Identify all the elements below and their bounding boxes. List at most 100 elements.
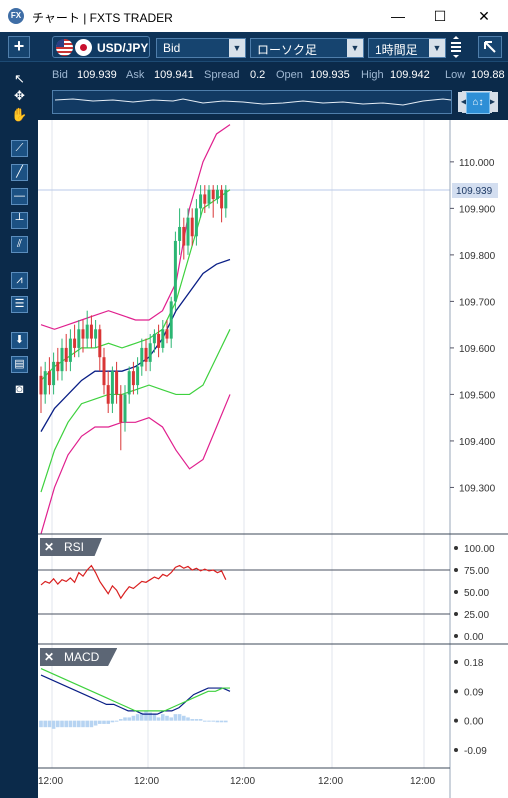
price-tick-label: 109.800: [459, 251, 496, 262]
macd-histogram-bar: [156, 717, 161, 721]
app-icon: FX: [8, 8, 24, 24]
macd-histogram-bar: [186, 717, 190, 721]
candle-body: [102, 357, 106, 386]
macd-panel-tag[interactable]: ✕ MACD: [40, 648, 118, 666]
spread-label: Spread: [204, 69, 240, 81]
close-button[interactable]: ✕: [462, 0, 506, 32]
candle-body: [85, 324, 89, 339]
chart-navigator[interactable]: ◀ ▶: [52, 90, 498, 114]
price-type-value: Bid: [163, 41, 181, 55]
macd-histogram-bar: [161, 714, 165, 721]
cursor-icon[interactable]: ↖: [11, 70, 28, 87]
ask-label: Ask: [126, 69, 145, 81]
expand-arrow-icon[interactable]: [478, 36, 502, 58]
camera-icon[interactable]: ◙: [11, 380, 28, 397]
chart-area[interactable]: 110.000 109.900 109.800 109.700 109.600 109.5…: [38, 120, 508, 798]
high-label: High: [361, 69, 384, 81]
macd-histogram-bar: [131, 715, 136, 721]
channel-icon[interactable]: ⫽: [11, 236, 28, 253]
macd-histogram-bar: [224, 720, 228, 723]
price-tick-label: 109.700: [459, 297, 496, 308]
macd-histogram-bar: [51, 720, 56, 729]
candle-body: [182, 226, 186, 246]
timeframe-dropdown[interactable]: 1時間足 ▼: [368, 38, 446, 58]
macd-histogram-bar: [98, 720, 102, 724]
candle-body: [89, 324, 93, 339]
chart-window: FX チャート | FXTS TRADER — ☐ ✕ + USD/JPY Bi…: [0, 0, 508, 798]
minimize-button[interactable]: —: [376, 0, 420, 32]
macd-histogram-bar: [173, 714, 178, 721]
us-flag-icon: [56, 39, 73, 56]
signal-line: [40, 667, 230, 712]
price-tick-label: 109.500: [459, 390, 496, 401]
macd-histogram-bar: [102, 720, 106, 724]
time-tick-label: 12:00: [38, 776, 63, 787]
candle-body: [165, 329, 169, 339]
candle-body: [98, 329, 102, 358]
add-chart-button[interactable]: +: [8, 36, 30, 58]
price-type-dropdown[interactable]: Bid ▼: [156, 38, 246, 58]
macd-histogram-bar: [127, 717, 131, 721]
candle-body: [220, 189, 224, 209]
line-icon[interactable]: ╱: [11, 164, 28, 181]
chevron-down-icon: ▼: [347, 39, 363, 57]
candle-body: [43, 371, 47, 395]
price-axis: 110.000 109.900 109.800 109.700 109.600 109.5…: [450, 158, 496, 494]
macd-histogram-bar: [219, 720, 224, 723]
candle-body: [73, 338, 77, 348]
macd-histogram-bar: [135, 714, 140, 721]
macd-tick-dot: [454, 718, 458, 723]
hand-icon[interactable]: ✋: [11, 106, 28, 123]
maximize-button[interactable]: ☐: [418, 0, 462, 32]
close-icon[interactable]: ✕: [44, 538, 54, 556]
horizontal-line-icon[interactable]: —: [11, 188, 28, 205]
crosshair-icon[interactable]: ✥: [11, 87, 28, 104]
macd-histogram-bar: [39, 720, 43, 728]
macd-histogram-bar: [43, 720, 47, 728]
macd-histogram-bar: [123, 717, 127, 721]
timeframe-value: 1時間足: [375, 43, 418, 57]
candle-body: [190, 217, 194, 237]
low-value: 109.88: [471, 69, 505, 81]
rsi-panel-tag[interactable]: ✕ RSI: [40, 538, 103, 556]
open-value: 109.935: [310, 69, 350, 81]
macd-tick-dot: [454, 660, 458, 664]
price-panel: 110.000 109.900 109.800 109.700 109.600 109.5…: [38, 120, 498, 798]
fan-icon[interactable]: ⩘: [11, 272, 28, 289]
macd-histogram-bar: [114, 720, 119, 722]
ask-value: 109.941: [154, 69, 194, 81]
download-icon[interactable]: ⬇: [11, 332, 28, 349]
chart-type-dropdown[interactable]: ローソク足 ▼: [250, 38, 364, 58]
rsi-panel: 100.00 75.00 50.00 25.00 0.00: [38, 533, 508, 643]
chart-canvas[interactable]: 110.000 109.900 109.800 109.700 109.600 109.5…: [38, 120, 508, 798]
title-bar: FX チャート | FXTS TRADER — ☐ ✕: [0, 0, 508, 32]
time-tick-label: 12:00: [410, 776, 435, 787]
candle-body: [211, 189, 215, 200]
drawing-tools: ↖ ✥ ✋ ⟋ ╱ — ┴ ⫽ ⩘ ☰ ⬇ ▤ ◙: [0, 62, 38, 798]
rsi-axis: 100.00 75.00 50.00 25.00 0.00: [454, 544, 495, 643]
macd-histogram-bar: [64, 720, 68, 728]
macd-histogram-bar: [106, 720, 110, 724]
window-title: チャート | FXTS TRADER: [32, 11, 173, 25]
bollinger-lower-outer-line: [40, 394, 231, 535]
list-icon[interactable]: ▤: [11, 356, 28, 373]
candle-body: [157, 333, 161, 348]
fibonacci-icon[interactable]: ☰: [11, 296, 28, 313]
close-icon[interactable]: ✕: [44, 648, 54, 666]
chart-toolbar: + USD/JPY Bid ▼ ローソク足 ▼ 1時間足 ▼: [0, 32, 508, 62]
spread-value: 0.2: [250, 69, 266, 81]
reset-view-button[interactable]: ⌂↕: [466, 92, 490, 114]
vertical-line-icon[interactable]: ┴: [11, 212, 28, 229]
macd-histogram-bar: [177, 714, 182, 721]
menu-lines-icon[interactable]: [450, 36, 462, 63]
price-tick-label: 109.900: [459, 204, 496, 215]
candle-body: [94, 329, 98, 339]
time-tick-label: 12:00: [134, 776, 159, 787]
symbol-selector[interactable]: USD/JPY: [52, 36, 150, 58]
trendline-icon[interactable]: ⟋: [11, 140, 28, 157]
price-tick-label: 109.300: [459, 483, 496, 494]
navigator-sparkline: [54, 98, 451, 106]
candle-body: [215, 189, 219, 200]
rsi-panel-label: RSI: [64, 540, 85, 554]
macd-histogram-bar: [198, 719, 203, 721]
